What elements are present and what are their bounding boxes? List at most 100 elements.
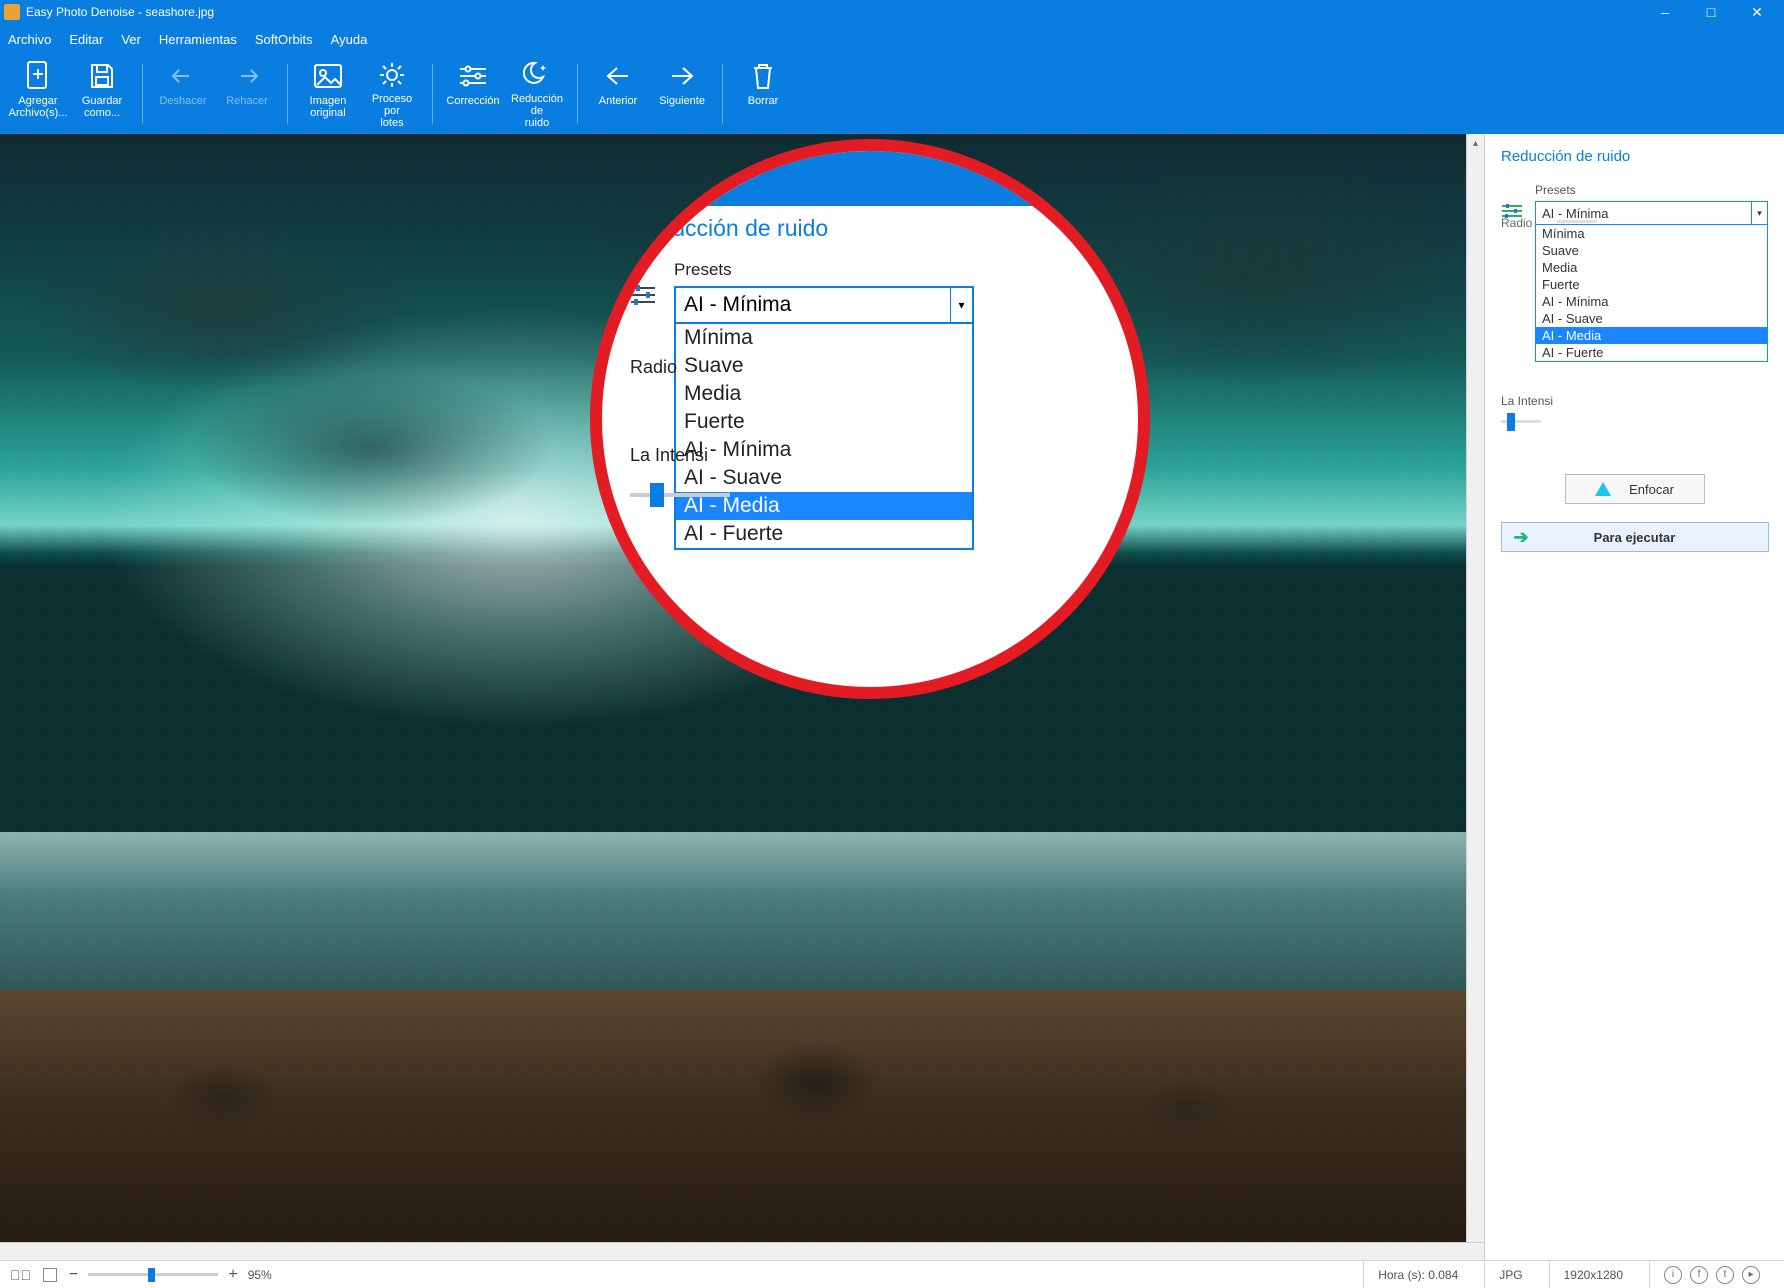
document-plus-icon [23, 61, 53, 91]
delete-label: Borrar [748, 95, 779, 107]
zoom-panel-title: Reducción de ruido [630, 215, 1128, 242]
preset-option[interactable]: Suave [1536, 242, 1767, 259]
zoom-option[interactable]: Suave [676, 352, 972, 380]
triangle-icon [1595, 482, 1611, 496]
menu-herramientas[interactable]: Herramientas [159, 32, 237, 47]
menu-softorbits[interactable]: SoftOrbits [255, 32, 313, 47]
zoom-intensity-slider[interactable] [630, 493, 730, 497]
run-button[interactable]: ➔ Para ejecutar [1501, 522, 1769, 552]
presets-combo[interactable]: AI - Mínima ▾ [1535, 201, 1768, 225]
slider-thumb[interactable] [1507, 413, 1515, 431]
zoom-presets-combo[interactable]: AI - Mínima ▾ [674, 286, 974, 324]
app-icon [4, 4, 20, 20]
zoom-intensity-label: La Intensi [630, 441, 720, 466]
preset-option-selected[interactable]: AI - Media [1536, 327, 1767, 344]
toolbar-separator [577, 64, 578, 124]
minimize-button[interactable]: – [1642, 0, 1688, 24]
scroll-up-icon[interactable]: ▴ [1467, 134, 1484, 152]
zoom-fit-icon[interactable]: �⃝ [10, 1267, 31, 1283]
zoom-option[interactable]: Mínima [676, 324, 972, 352]
status-time: Hora (s): 0.084 [1363, 1261, 1472, 1288]
preset-option[interactable]: AI - Mínima [1536, 293, 1767, 310]
redo-icon [232, 61, 262, 91]
zoom-out-button[interactable]: − [69, 1266, 78, 1284]
add-file-label: Agregar Archivo(s)... [9, 95, 68, 119]
chevron-down-icon: ▾ [950, 288, 972, 322]
prev-button[interactable]: Anterior [588, 57, 648, 131]
zoom-actual-icon[interactable] [43, 1268, 57, 1282]
preset-option[interactable]: Media [1536, 259, 1767, 276]
sliders-icon [458, 61, 488, 91]
arrow-left-icon [603, 61, 633, 91]
statusbar: �⃝ − + 95% Hora (s): 0.084 JPG 1920x1280… [0, 1260, 1784, 1288]
facebook-icon[interactable]: f [1690, 1266, 1708, 1284]
maximize-button[interactable]: □ [1688, 0, 1734, 24]
zoom-option[interactable]: Fuerte [676, 408, 972, 436]
horizontal-scrollbar[interactable] [0, 1242, 1484, 1260]
menu-ver[interactable]: Ver [121, 32, 141, 47]
vertical-scrollbar[interactable]: ▴ [1466, 134, 1484, 1260]
youtube-icon[interactable]: ▸ [1742, 1266, 1760, 1284]
zoom-option[interactable]: Media [676, 380, 972, 408]
next-button[interactable]: Siguiente [652, 57, 712, 131]
zoom-option[interactable]: AI - Mínima [676, 436, 972, 464]
original-image-button[interactable]: Imagen original [298, 57, 358, 131]
zoom-presets-value: AI - Mínima [684, 293, 791, 317]
save-as-label: Guardar como... [82, 95, 122, 119]
denoise-label: Reducción de ruido [511, 93, 563, 129]
menu-archivo[interactable]: Archivo [8, 32, 51, 47]
image-icon [313, 61, 343, 91]
presets-label: Presets [1535, 183, 1768, 197]
correction-button[interactable]: Corrección [443, 57, 503, 131]
denoise-button[interactable]: Reducción de ruido [507, 57, 567, 131]
zoom-option[interactable]: AI - Fuerte [676, 520, 972, 548]
menu-editar[interactable]: Editar [69, 32, 103, 47]
presets-dropdown[interactable]: Mínima Suave Media Fuerte AI - Mínima AI… [1535, 225, 1768, 362]
undo-button[interactable]: Deshacer [153, 57, 213, 131]
redo-label: Rehacer [226, 95, 268, 107]
sharpen-button[interactable]: Enfocar [1565, 474, 1705, 504]
zoom-percent: 95% [248, 1268, 272, 1282]
save-as-button[interactable]: Guardar como... [72, 57, 132, 131]
menu-ayuda[interactable]: Ayuda [331, 32, 368, 47]
zoom-presets-label: Presets [674, 260, 1128, 280]
zoom-slider[interactable] [88, 1273, 218, 1276]
add-file-button[interactable]: Agregar Archivo(s)... [8, 57, 68, 131]
zoom-presets-dropdown[interactable]: Mínima Suave Media Fuerte AI - Mínima AI… [674, 324, 974, 550]
sharpen-label: Enfocar [1629, 482, 1674, 497]
preset-option[interactable]: AI - Suave [1536, 310, 1767, 327]
prev-label: Anterior [599, 95, 638, 107]
menubar: Archivo Editar Ver Herramientas SoftOrbi… [0, 24, 1784, 54]
preset-option[interactable]: AI - Fuerte [1536, 344, 1767, 361]
toolbar-separator [432, 64, 433, 124]
slider-thumb[interactable] [148, 1268, 155, 1282]
zoom-in-button[interactable]: + [228, 1266, 237, 1284]
twitter-icon[interactable]: t [1716, 1266, 1734, 1284]
close-button[interactable]: ✕ [1734, 0, 1780, 24]
toolbar-separator [287, 64, 288, 124]
image-canvas[interactable]: Reducción de ruido Presets AI - Mínima ▾ [0, 134, 1484, 1260]
intensity-label: La Intensi [1501, 392, 1557, 408]
sliders-icon [630, 284, 656, 306]
trash-icon [748, 61, 778, 91]
next-label: Siguiente [659, 95, 705, 107]
save-icon [87, 61, 117, 91]
batch-label: Proceso por lotes [372, 93, 412, 129]
preset-option[interactable]: Mínima [1536, 225, 1767, 242]
slider-thumb[interactable] [650, 483, 664, 507]
status-dimensions: 1920x1280 [1549, 1261, 1637, 1288]
chevron-down-icon: ▾ [1751, 202, 1767, 224]
batch-button[interactable]: Proceso por lotes [362, 57, 422, 131]
toolbar: Agregar Archivo(s)... Guardar como... De… [0, 54, 1784, 134]
info-icon[interactable]: i [1664, 1266, 1682, 1284]
window-title: Easy Photo Denoise - seashore.jpg [26, 5, 214, 19]
delete-button[interactable]: Borrar [733, 57, 793, 131]
redo-button[interactable]: Rehacer [217, 57, 277, 131]
magnifier-overlay: Reducción de ruido Presets AI - Mínima ▾ [590, 139, 1150, 699]
arrow-right-icon: ➔ [1514, 527, 1529, 548]
status-format: JPG [1484, 1261, 1536, 1288]
preset-option[interactable]: Fuerte [1536, 276, 1767, 293]
correction-label: Corrección [446, 95, 499, 107]
zoom-slider-group: − + 95% [69, 1266, 272, 1284]
intensity-slider[interactable] [1501, 420, 1541, 423]
